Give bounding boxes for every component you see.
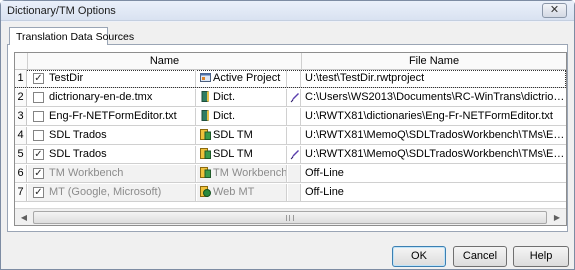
pen-icon[interactable] — [290, 149, 300, 163]
project-icon — [200, 72, 213, 84]
close-button[interactable]: ✕ — [542, 3, 567, 18]
table-row[interactable]: 2 dictrionary-en-de.tmx Dict. C:\Users\WS20… — [15, 89, 566, 107]
pen-icon[interactable] — [290, 92, 300, 106]
edit-cell[interactable] — [288, 70, 301, 87]
row-number: 3 — [15, 108, 27, 125]
name-cell: ✓ TestDir — [28, 70, 196, 87]
file-name-cell: U:\test\TestDir.rwtproject — [305, 72, 425, 84]
source-name: SDL Trados — [49, 148, 107, 160]
enable-checkbox[interactable] — [33, 130, 44, 141]
name-cell: SDL Trados — [28, 127, 196, 144]
name-cell: dictrionary-en-de.tmx — [28, 89, 196, 106]
name-cell: Eng-Fr-NETFormEditor.txt — [28, 108, 196, 125]
source-name: TM Workbench — [49, 167, 124, 179]
tab-translation-data-sources[interactable]: Translation Data Sources — [9, 27, 134, 45]
tab-panel: Name File Name 1 ✓ TestDir Active Project U:… — [7, 44, 568, 232]
scroll-right-icon[interactable]: ▶ — [549, 210, 565, 225]
tm-icon — [200, 129, 213, 141]
edit-cell[interactable] — [288, 89, 301, 106]
web-mt-icon — [200, 186, 213, 198]
source-type-cell: Active Project — [197, 70, 287, 87]
edit-cell[interactable] — [288, 108, 301, 125]
row-number: 7 — [15, 184, 27, 201]
table-row[interactable]: 5 ✓ SDL Trados SDL TM U:\RWTX81\MemoQ\SDLTra… — [15, 146, 566, 164]
dictionary-icon — [200, 91, 213, 103]
source-type: TM Workbench — [213, 167, 287, 179]
enable-checkbox[interactable]: ✓ — [33, 168, 44, 179]
source-type: Dict. — [213, 91, 235, 103]
edit-cell[interactable] — [288, 127, 301, 144]
source-type: Dict. — [213, 110, 235, 122]
source-type-cell: TM Workbench — [197, 165, 287, 182]
tm-icon — [200, 167, 213, 179]
source-type-cell: Web MT — [197, 184, 287, 201]
table-row[interactable]: 6 ✓ TM Workbench TM Workbench Off-Line — [15, 165, 566, 183]
row-number: 5 — [15, 146, 27, 163]
column-header-file-name[interactable]: File Name — [302, 53, 566, 70]
window-title: Dictionary/TM Options — [7, 5, 116, 17]
row-number: 2 — [15, 89, 27, 106]
scrollbar-thumb[interactable] — [33, 211, 547, 224]
edit-cell[interactable] — [288, 165, 301, 182]
enable-checkbox[interactable]: ✓ — [33, 73, 44, 84]
source-name: dictrionary-en-de.tmx — [49, 91, 153, 103]
row-number-header — [15, 53, 28, 70]
column-header-name[interactable]: Name — [28, 53, 302, 70]
close-icon: ✕ — [549, 4, 560, 16]
source-type-cell: SDL TM — [197, 127, 287, 144]
source-name: TestDir — [49, 72, 84, 84]
dictionary-icon — [200, 110, 213, 122]
row-number: 1 — [15, 70, 27, 87]
source-type-cell: Dict. — [197, 89, 287, 106]
table-row[interactable]: 4 SDL Trados SDL TM U:\RWTX81\MemoQ\SDLTrad… — [15, 127, 566, 145]
table-row[interactable]: 1 ✓ TestDir Active Project U:\test\TestDir.r… — [15, 70, 566, 88]
name-cell: ✓ SDL Trados — [28, 146, 196, 163]
dialog-client-area: Translation Data Sources Name File Name … — [1, 22, 574, 269]
file-name-cell: U:\RWTX81\MemoQ\SDLTradosWorkbench\TMs\E… — [305, 148, 566, 160]
table-row[interactable]: 7 ✓ MT (Google, Microsoft) Web MT Off-Line — [15, 184, 566, 202]
enable-checkbox[interactable]: ✓ — [33, 187, 44, 198]
source-name: SDL Trados — [49, 129, 107, 141]
tm-icon — [200, 148, 213, 160]
ok-button[interactable]: OK — [392, 246, 446, 267]
horizontal-scrollbar[interactable]: ◀ ▶ — [15, 208, 566, 225]
scroll-left-icon[interactable]: ◀ — [16, 210, 32, 225]
enable-checkbox[interactable] — [33, 111, 44, 122]
enable-checkbox[interactable] — [33, 92, 44, 103]
help-button[interactable]: Help — [513, 246, 569, 267]
name-cell: ✓ MT (Google, Microsoft) — [28, 184, 196, 201]
row-number: 4 — [15, 127, 27, 144]
file-name-cell: U:\RWTX81\MemoQ\SDLTradosWorkbench\TMs\E… — [305, 129, 566, 141]
enable-checkbox[interactable]: ✓ — [33, 149, 44, 160]
source-type-cell: Dict. — [197, 108, 287, 125]
source-type: SDL TM — [213, 129, 253, 141]
file-name-cell: U:\RWTX81\dictionaries\Eng-Fr-NETFormEdi… — [305, 110, 553, 122]
file-name-cell: C:\Users\WS2013\Documents\RC-WinTrans\di… — [305, 91, 566, 103]
cancel-button[interactable]: Cancel — [453, 246, 507, 267]
edit-cell[interactable] — [288, 184, 301, 201]
source-type: Web MT — [213, 186, 255, 198]
title-bar[interactable]: Dictionary/TM Options ✕ — [1, 1, 574, 21]
edit-cell[interactable] — [288, 146, 301, 163]
source-name: MT (Google, Microsoft) — [49, 186, 162, 198]
source-name: Eng-Fr-NETFormEditor.txt — [49, 110, 177, 122]
grip-icon — [286, 215, 294, 221]
data-sources-grid: Name File Name 1 ✓ TestDir Active Project U:… — [14, 52, 567, 226]
row-number: 6 — [15, 165, 27, 182]
file-name-cell: Off-Line — [305, 167, 344, 179]
dialog-window: Dictionary/TM Options ✕ Translation Data… — [0, 0, 575, 270]
name-cell: ✓ TM Workbench — [28, 165, 196, 182]
source-type-cell: SDL TM — [197, 146, 287, 163]
file-name-cell: Off-Line — [305, 186, 344, 198]
source-type: Active Project — [213, 72, 281, 84]
table-row[interactable]: 3 Eng-Fr-NETFormEditor.txt Dict. U:\RWTX81\… — [15, 108, 566, 126]
source-type: SDL TM — [213, 148, 253, 160]
